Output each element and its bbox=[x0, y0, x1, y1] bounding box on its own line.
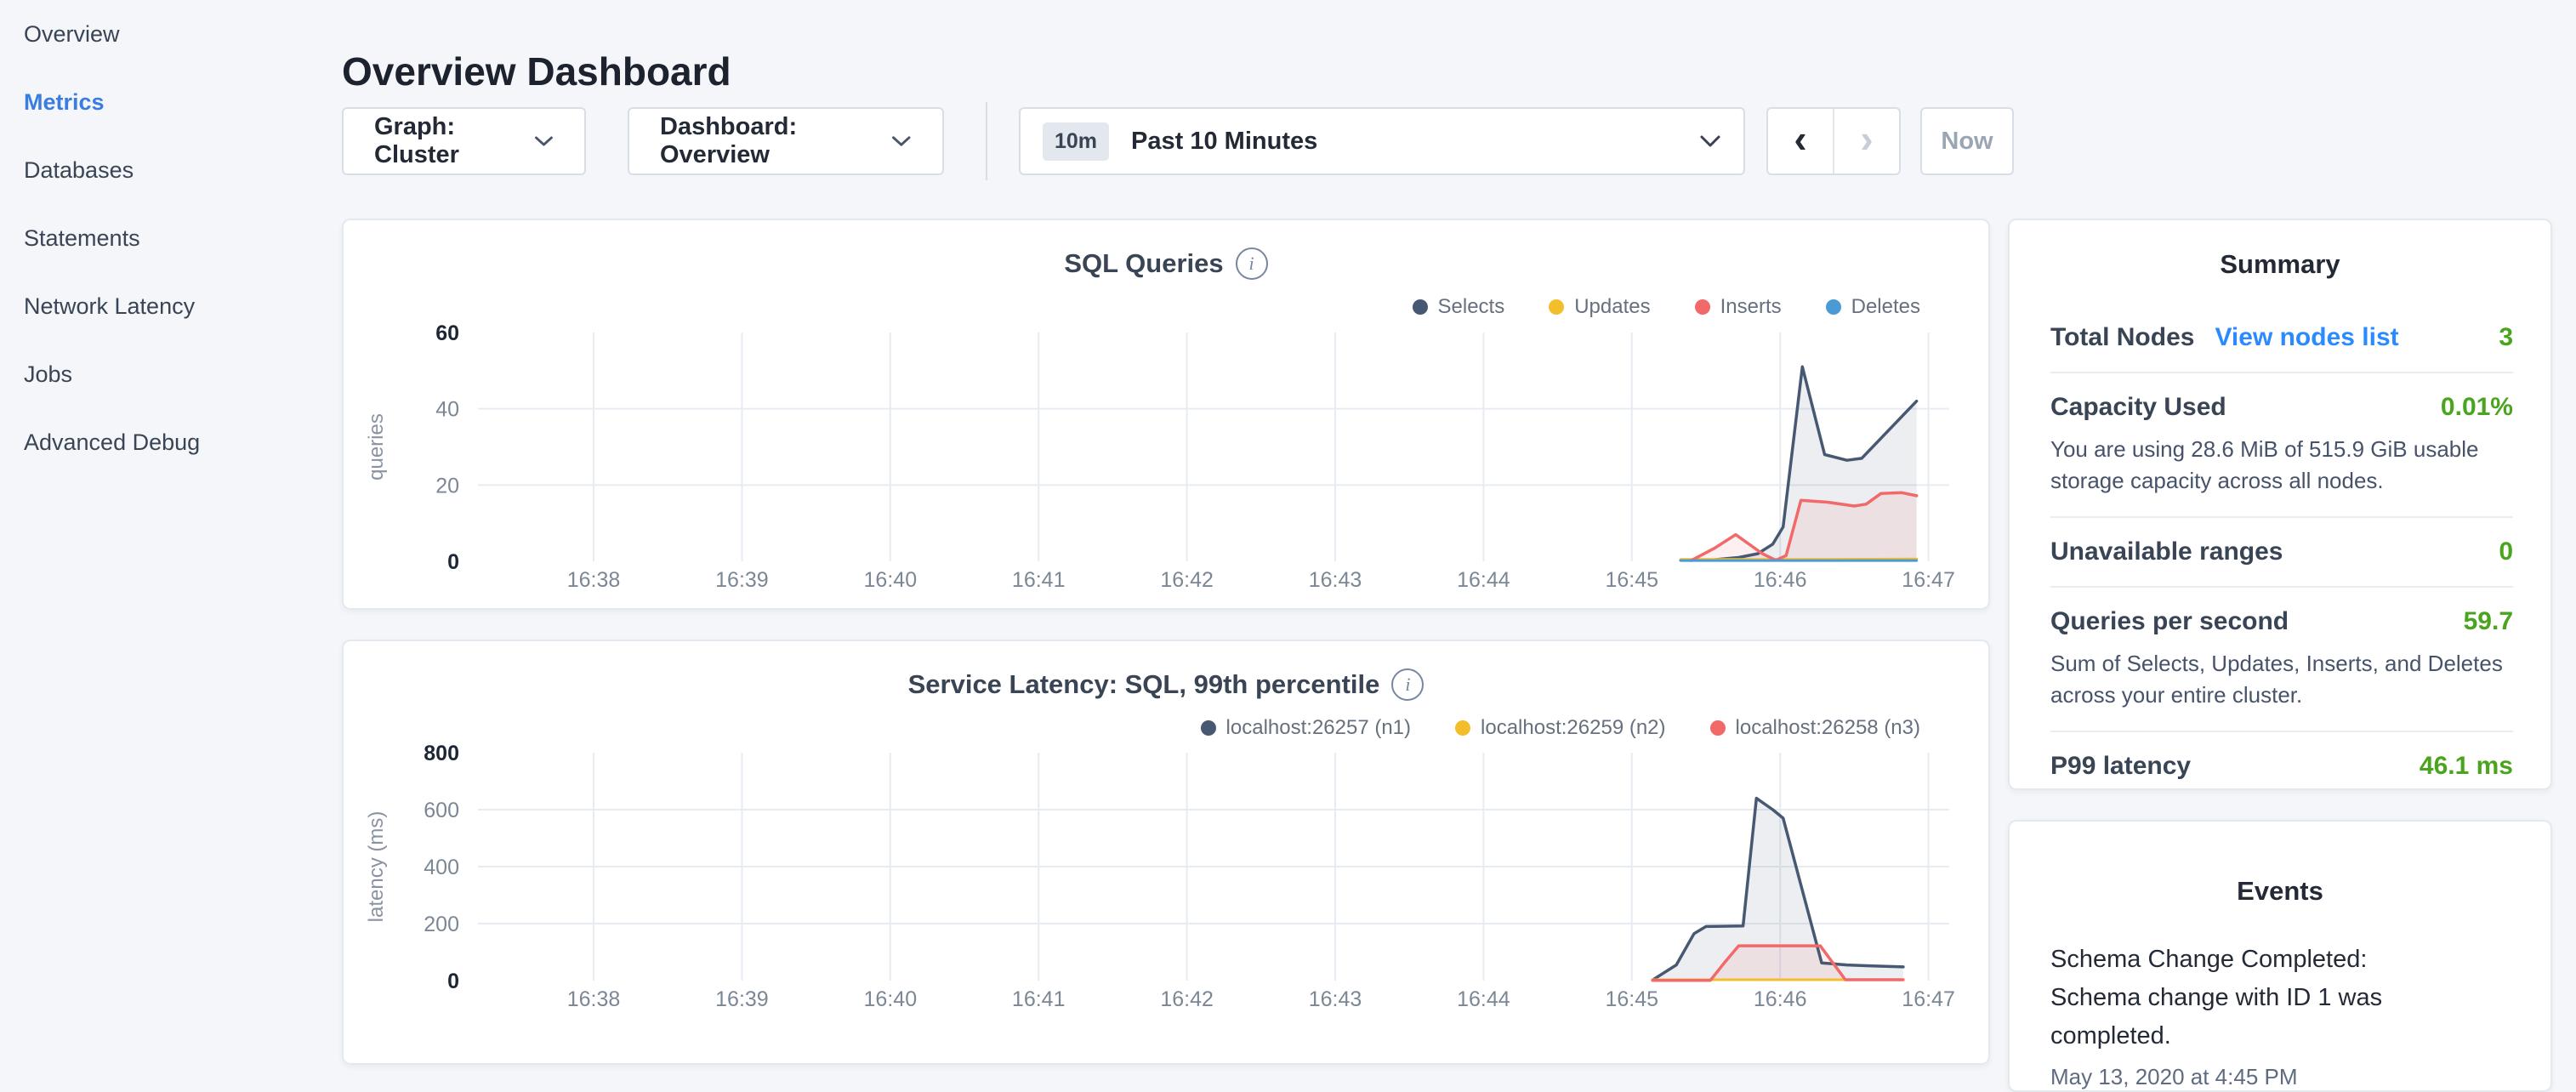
sql-queries-chart-panel: SQL Queries i SelectsUpdatesInsertsDelet… bbox=[342, 219, 1990, 610]
sidebar-item-statements[interactable]: Statements bbox=[0, 204, 342, 272]
svg-text:16:40: 16:40 bbox=[864, 568, 918, 592]
svg-text:0: 0 bbox=[447, 550, 459, 574]
svg-text:16:43: 16:43 bbox=[1309, 987, 1362, 1011]
svg-text:latency (ms): latency (ms) bbox=[365, 811, 388, 923]
view-nodes-list-link[interactable]: View nodes list bbox=[2215, 323, 2398, 352]
sql-queries-plot[interactable]: 60 40 20 0 16:38 16:39 16:40 16:41 16:42 16:43 16:… bbox=[344, 220, 1988, 608]
svg-text:16:43: 16:43 bbox=[1309, 568, 1362, 592]
summary-row-title: Queries per second bbox=[2050, 607, 2289, 636]
time-step-forward-button[interactable]: › bbox=[1834, 109, 1899, 173]
event-item: Schema Change Completed: Schema change w… bbox=[2010, 907, 2550, 1090]
summary-row: Queries per second 59.7 Sum of Selects, Up… bbox=[2050, 588, 2513, 732]
svg-text:16:42: 16:42 bbox=[1160, 987, 1214, 1011]
svg-text:16:46: 16:46 bbox=[1754, 987, 1807, 1011]
svg-text:200: 200 bbox=[424, 913, 459, 936]
dashboard-dropdown[interactable]: Dashboard: Overview bbox=[628, 107, 944, 175]
summary-row-title: Unavailable ranges bbox=[2050, 537, 2283, 566]
svg-text:16:45: 16:45 bbox=[1606, 987, 1659, 1011]
summary-row-value: 0.01% bbox=[2441, 393, 2513, 422]
chevron-down-icon bbox=[891, 134, 912, 148]
svg-text:16:38: 16:38 bbox=[567, 987, 621, 1011]
summary-rows: Total Nodes View nodes list 3 Capacity Used… bbox=[2010, 280, 2550, 800]
summary-row: Total Nodes View nodes list 3 bbox=[2050, 304, 2513, 373]
events-panel: Events Schema Change Completed: Schema c… bbox=[2008, 820, 2552, 1092]
sidebar: OverviewMetricsDatabasesStatementsNetwor… bbox=[0, 0, 342, 476]
svg-text:16:45: 16:45 bbox=[1606, 568, 1659, 592]
events-title: Events bbox=[2010, 822, 2550, 907]
time-window-select[interactable]: 10m Past 10 Minutes bbox=[1019, 107, 1745, 175]
summary-row-title: Total Nodes bbox=[2050, 323, 2194, 352]
summary-row: Unavailable ranges 0 bbox=[2050, 518, 2513, 588]
page-title: Overview Dashboard bbox=[342, 48, 731, 94]
svg-text:600: 600 bbox=[424, 799, 459, 822]
svg-text:0: 0 bbox=[447, 970, 459, 993]
svg-text:16:44: 16:44 bbox=[1457, 568, 1510, 592]
chevron-down-icon bbox=[534, 134, 554, 148]
chevron-down-icon bbox=[1699, 134, 1721, 148]
time-window-label: Past 10 Minutes bbox=[1131, 128, 1677, 156]
summary-row-value: 0 bbox=[2499, 537, 2513, 566]
svg-text:800: 800 bbox=[424, 742, 459, 765]
graph-dropdown-label: Graph: Cluster bbox=[374, 113, 515, 169]
sidebar-item-metrics[interactable]: Metrics bbox=[0, 68, 342, 136]
svg-text:16:47: 16:47 bbox=[1902, 987, 1955, 1011]
svg-text:16:42: 16:42 bbox=[1160, 568, 1214, 592]
service-latency-plot[interactable]: 800 600 400 200 0 16:38 16:39 16:40 16:41 16:42 16… bbox=[344, 641, 1988, 1063]
summary-row: P99 latency 46.1 ms bbox=[2050, 732, 2513, 800]
summary-row-value: 59.7 bbox=[2464, 607, 2513, 636]
svg-text:60: 60 bbox=[435, 321, 459, 345]
time-step-back-button[interactable]: ‹ bbox=[1768, 109, 1833, 173]
svg-text:20: 20 bbox=[435, 474, 459, 498]
sidebar-item-advanced-debug[interactable]: Advanced Debug bbox=[0, 408, 342, 476]
svg-text:16:39: 16:39 bbox=[715, 987, 769, 1011]
time-window-badge: 10m bbox=[1043, 122, 1109, 161]
summary-panel: Summary Total Nodes View nodes list 3 Capac… bbox=[2008, 219, 2552, 790]
events-list: Schema Change Completed: Schema change w… bbox=[2010, 907, 2550, 1090]
sidebar-item-overview[interactable]: Overview bbox=[0, 0, 342, 68]
event-timestamp: May 13, 2020 at 4:45 PM bbox=[2050, 1064, 2510, 1090]
svg-text:400: 400 bbox=[424, 856, 459, 879]
graph-dropdown[interactable]: Graph: Cluster bbox=[342, 107, 586, 175]
dashboard-dropdown-label: Dashboard: Overview bbox=[660, 113, 873, 169]
svg-text:queries: queries bbox=[365, 413, 388, 481]
toolbar: Graph: Cluster Dashboard: Overview 10m P… bbox=[342, 107, 2014, 175]
svg-text:40: 40 bbox=[435, 398, 459, 422]
summary-row-value: 46.1 ms bbox=[2420, 752, 2513, 781]
summary-row-title: Capacity Used bbox=[2050, 393, 2226, 422]
summary-row: Capacity Used 0.01% You are using 28.6 MiB… bbox=[2050, 373, 2513, 518]
svg-text:16:46: 16:46 bbox=[1754, 568, 1807, 592]
sidebar-item-jobs[interactable]: Jobs bbox=[0, 340, 342, 408]
summary-row-value: 3 bbox=[2499, 323, 2513, 352]
sidebar-item-network-latency[interactable]: Network Latency bbox=[0, 272, 342, 340]
sidebar-item-databases[interactable]: Databases bbox=[0, 136, 342, 204]
svg-text:16:41: 16:41 bbox=[1012, 568, 1066, 592]
service-latency-chart-panel: Service Latency: SQL, 99th percentile i … bbox=[342, 640, 1990, 1065]
summary-title: Summary bbox=[2010, 220, 2550, 280]
svg-text:16:41: 16:41 bbox=[1012, 987, 1066, 1011]
time-step-group: ‹ › bbox=[1766, 107, 1901, 175]
svg-text:16:47: 16:47 bbox=[1902, 568, 1955, 592]
now-button[interactable]: Now bbox=[1920, 107, 2014, 175]
summary-row-title: P99 latency bbox=[2050, 752, 2191, 781]
svg-text:16:39: 16:39 bbox=[715, 568, 769, 592]
svg-text:16:38: 16:38 bbox=[567, 568, 621, 592]
svg-text:16:44: 16:44 bbox=[1457, 987, 1510, 1011]
summary-row-description: Sum of Selects, Updates, Inserts, and De… bbox=[2050, 648, 2513, 711]
svg-text:16:40: 16:40 bbox=[864, 987, 918, 1011]
event-text: Schema Change Completed: Schema change w… bbox=[2050, 941, 2459, 1055]
summary-row-description: You are using 28.6 MiB of 515.9 GiB usab… bbox=[2050, 434, 2513, 497]
